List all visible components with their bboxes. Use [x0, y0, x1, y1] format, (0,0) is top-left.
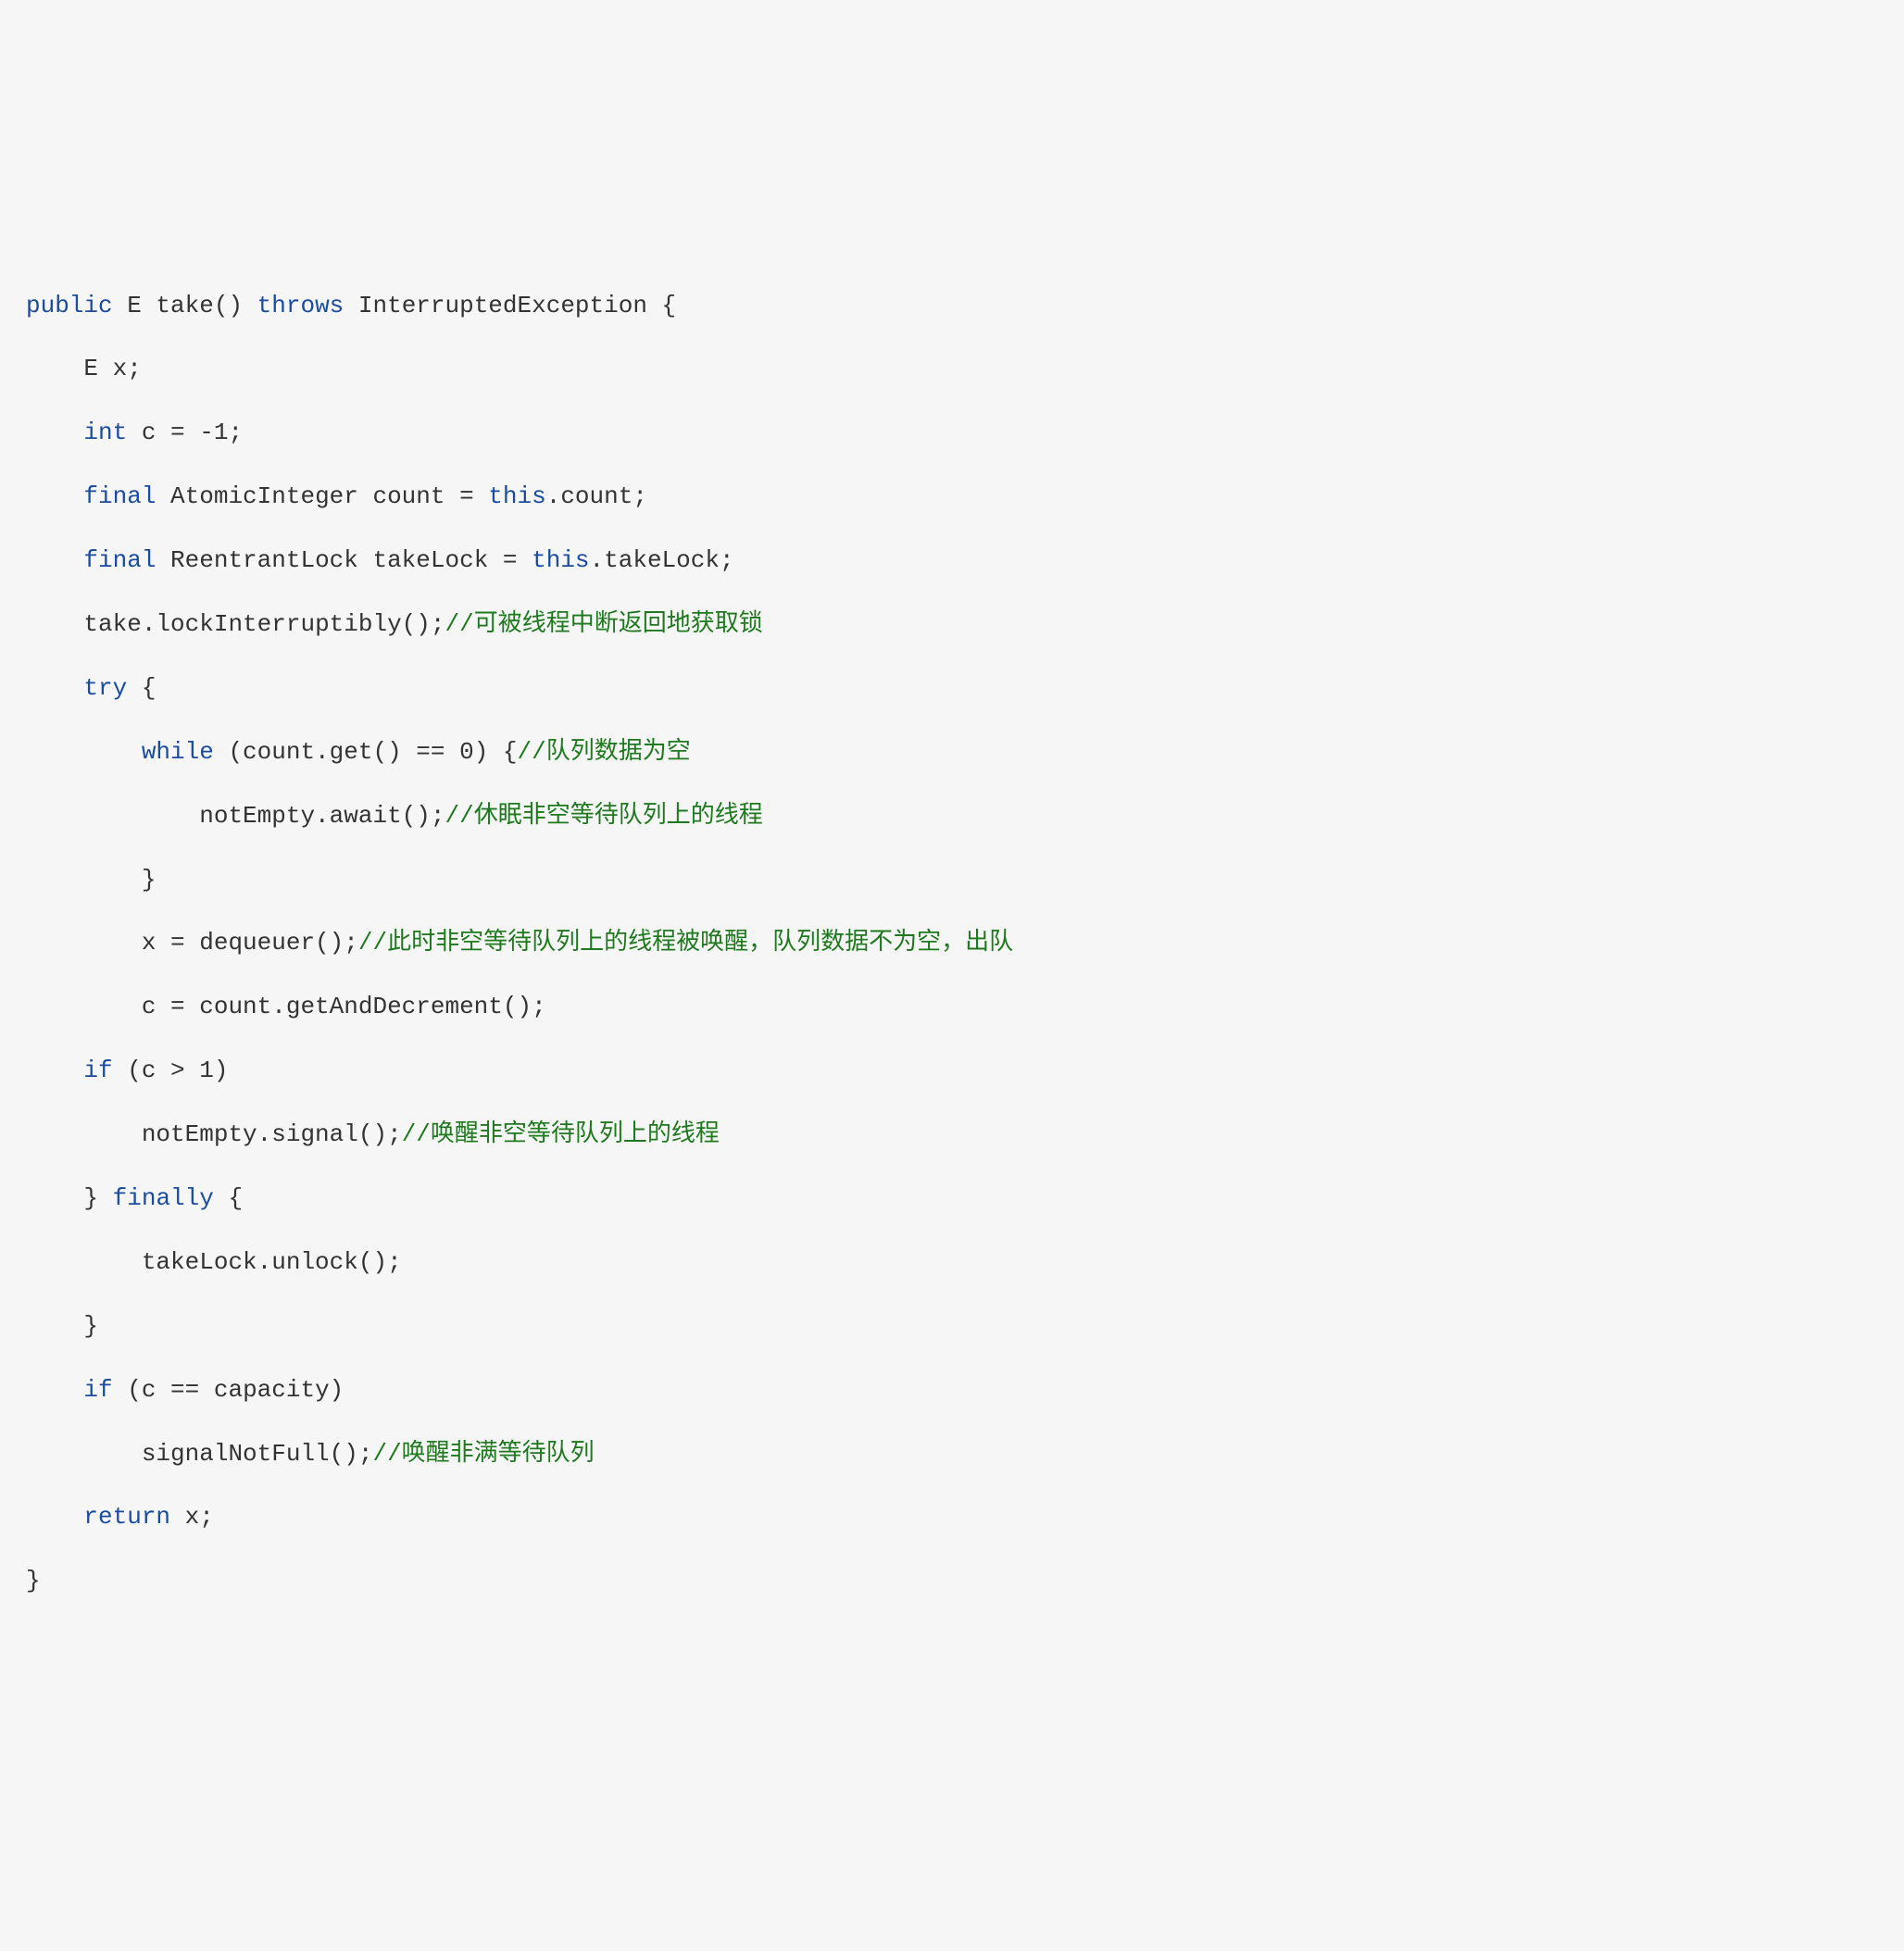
code-line: int c = -1; — [26, 401, 1878, 465]
code-comment: //唤醒非满等待队列 — [372, 1440, 594, 1468]
indent — [26, 1120, 142, 1148]
indent — [26, 1440, 142, 1468]
code-line: try { — [26, 657, 1878, 720]
indent — [26, 546, 83, 574]
code-keyword: return — [83, 1503, 170, 1531]
code-text: x; — [170, 1503, 214, 1531]
code-line: c = count.getAndDecrement(); — [26, 975, 1878, 1039]
code-line: if (c == capacity) — [26, 1358, 1878, 1422]
code-text: .takeLock; — [590, 546, 734, 574]
code-line: final AtomicInteger count = this.count; — [26, 465, 1878, 529]
code-line: if (c > 1) — [26, 1039, 1878, 1103]
indent — [26, 355, 83, 382]
indent — [26, 1312, 83, 1340]
code-text: take.lockInterruptibly(); — [83, 610, 445, 638]
indent — [26, 419, 83, 446]
code-keyword: public — [26, 292, 113, 319]
code-text: AtomicInteger count = — [156, 482, 488, 510]
code-text: (c > 1) — [113, 1057, 229, 1084]
indent — [26, 802, 199, 830]
code-line: final ReentrantLock takeLock = this.take… — [26, 529, 1878, 593]
code-text: (c == capacity) — [113, 1376, 344, 1404]
code-text: } — [142, 866, 157, 894]
code-line: } finally { — [26, 1167, 1878, 1231]
code-comment: //可被线程中断返回地获取锁 — [445, 610, 763, 638]
indent — [26, 1376, 83, 1404]
indent — [26, 1057, 83, 1084]
code-line: return x; — [26, 1485, 1878, 1549]
code-block: public E take() throws InterruptedExcept… — [26, 274, 1878, 1614]
code-line: } — [26, 848, 1878, 912]
code-comment: //休眠非空等待队列上的线程 — [445, 802, 762, 830]
code-line: } — [26, 1549, 1878, 1613]
code-text: x = dequeuer(); — [142, 929, 358, 957]
code-line: notEmpty.signal();//唤醒非空等待队列上的线程 — [26, 1103, 1878, 1167]
code-line: signalNotFull();//唤醒非满等待队列 — [26, 1422, 1878, 1486]
code-text: } — [26, 1567, 41, 1595]
indent — [26, 1184, 83, 1212]
code-line: x = dequeuer();//此时非空等待队列上的线程被唤醒，队列数据不为空… — [26, 911, 1878, 975]
code-comment: //队列数据为空 — [518, 738, 691, 766]
code-text: notEmpty.await(); — [199, 802, 445, 830]
indent — [26, 1503, 83, 1531]
code-text: } — [83, 1312, 98, 1340]
code-line: public E take() throws InterruptedExcept… — [26, 274, 1878, 338]
code-text: E take() — [113, 292, 257, 319]
code-text: signalNotFull(); — [142, 1440, 373, 1468]
code-text: notEmpty.signal(); — [142, 1120, 402, 1148]
code-keyword: finally — [113, 1184, 214, 1212]
code-keyword: this — [488, 482, 545, 510]
code-text: E x; — [83, 355, 141, 382]
code-line: take.lockInterruptibly();//可被线程中断返回地获取锁 — [26, 593, 1878, 657]
code-line: takeLock.unlock(); — [26, 1231, 1878, 1294]
code-comment: //此时非空等待队列上的线程被唤醒，队列数据不为空，出队 — [358, 929, 1013, 957]
code-keyword: this — [532, 546, 589, 574]
code-keyword: try — [83, 674, 127, 702]
code-text: } — [83, 1184, 112, 1212]
code-line: E x; — [26, 337, 1878, 401]
code-keyword: if — [83, 1057, 112, 1084]
code-keyword: final — [83, 546, 156, 574]
code-text: (count.get() == 0) { — [214, 738, 518, 766]
code-text: { — [214, 1184, 243, 1212]
indent — [26, 929, 142, 957]
indent — [26, 993, 142, 1020]
code-text: c = -1; — [127, 419, 243, 446]
code-keyword: if — [83, 1376, 112, 1404]
indent — [26, 610, 83, 638]
code-text: InterruptedException { — [344, 292, 676, 319]
code-keyword: throws — [257, 292, 344, 319]
code-text: takeLock.unlock(); — [142, 1248, 402, 1276]
code-line: notEmpty.await();//休眠非空等待队列上的线程 — [26, 784, 1878, 848]
indent — [26, 482, 83, 510]
code-comment: //唤醒非空等待队列上的线程 — [402, 1120, 720, 1148]
code-line: } — [26, 1294, 1878, 1358]
indent — [26, 866, 142, 894]
code-line: while (count.get() == 0) {//队列数据为空 — [26, 720, 1878, 784]
code-text: .count; — [546, 482, 647, 510]
indent — [26, 674, 83, 702]
code-text: { — [127, 674, 156, 702]
code-keyword: int — [83, 419, 127, 446]
indent — [26, 738, 142, 766]
code-keyword: while — [142, 738, 214, 766]
code-text: ReentrantLock takeLock = — [156, 546, 532, 574]
code-text: c = count.getAndDecrement(); — [142, 993, 546, 1020]
code-keyword: final — [83, 482, 156, 510]
indent — [26, 1248, 142, 1276]
